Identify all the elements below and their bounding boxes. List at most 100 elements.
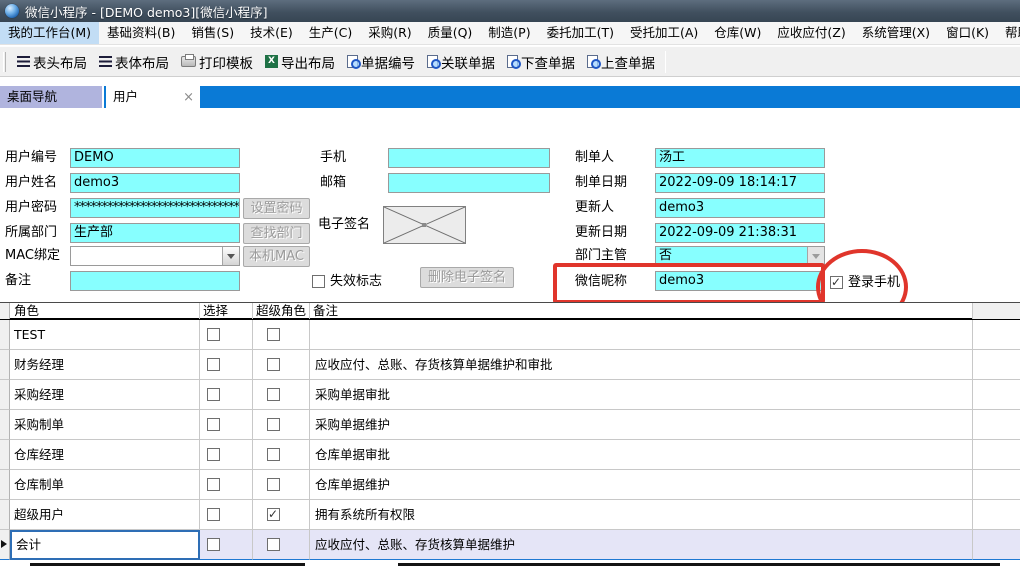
remark-cell[interactable]: 仓库单据维护 — [310, 470, 973, 500]
user-password-field[interactable]: ****************************** — [70, 198, 240, 218]
select-checkbox[interactable] — [207, 508, 220, 521]
remark-column-header[interactable]: 备注 — [310, 303, 973, 319]
remark-cell[interactable]: 应收应付、总账、存货核算单据维护 — [310, 530, 973, 560]
super-role-checkbox[interactable] — [267, 538, 280, 551]
chevron-down-icon[interactable] — [807, 247, 824, 265]
row-selector[interactable] — [0, 530, 10, 560]
super-role-checkbox[interactable] — [267, 328, 280, 341]
menu-item-warehouse[interactable]: 仓库(W) — [706, 22, 769, 44]
role-cell[interactable]: 超级用户 — [10, 500, 200, 530]
set-password-button[interactable]: 设置密码 — [243, 198, 310, 219]
updater-field[interactable]: demo3 — [655, 198, 825, 218]
toolbar-button-body-layout[interactable]: 表体布局 — [93, 49, 175, 75]
menu-item-ap-ar[interactable]: 应收应付(Z) — [769, 22, 853, 44]
row-selector[interactable] — [0, 380, 10, 410]
menu-item-technology[interactable]: 技术(E) — [242, 22, 301, 44]
chevron-down-icon[interactable] — [222, 247, 239, 265]
toolbar-button-related-docs[interactable]: 关联单据 — [421, 49, 501, 75]
table-row[interactable]: 仓库经理 仓库单据审批 — [0, 440, 1020, 470]
menu-item-outsource-processing[interactable]: 委托加工(T) — [539, 22, 622, 44]
table-row[interactable]: 采购制单 采购单据维护 — [0, 410, 1020, 440]
menu-item-system-admin[interactable]: 系统管理(X) — [854, 22, 938, 44]
toolbar-button-doc-number[interactable]: 单据编号 — [341, 49, 421, 75]
close-icon[interactable]: × — [183, 87, 194, 108]
table-row-selected[interactable]: 会计 应收应付、总账、存货核算单据维护 — [0, 530, 1020, 560]
update-date-field[interactable]: 2022-09-09 21:38:31 — [655, 223, 825, 243]
super-role-checkbox[interactable] — [267, 478, 280, 491]
row-selector[interactable] — [0, 440, 10, 470]
super-role-column-header[interactable]: 超级角色 — [253, 303, 310, 319]
local-mac-button[interactable]: 本机MAC — [243, 246, 310, 267]
select-checkbox[interactable] — [207, 538, 220, 551]
menu-item-sales[interactable]: 销售(S) — [183, 22, 242, 44]
select-checkbox[interactable] — [207, 388, 220, 401]
row-selector[interactable] — [0, 410, 10, 440]
row-selector[interactable] — [0, 500, 10, 530]
super-role-checkbox[interactable] — [267, 418, 280, 431]
toolbar-button-print-template[interactable]: 打印模板 — [175, 49, 259, 75]
table-row[interactable]: 采购经理 采购单据审批 — [0, 380, 1020, 410]
role-cell-focused[interactable]: 会计 — [10, 530, 200, 560]
table-row[interactable]: TEST — [0, 320, 1020, 350]
role-column-header[interactable]: 角色 — [10, 303, 200, 319]
select-checkbox[interactable] — [207, 328, 220, 341]
tab-desktop-navigation[interactable]: 桌面导航 — [0, 86, 104, 108]
super-role-checkbox[interactable] — [267, 388, 280, 401]
menu-item-help[interactable]: 帮助(H) — [997, 22, 1020, 44]
user-code-field[interactable]: DEMO — [70, 148, 240, 168]
create-date-field[interactable]: 2022-09-09 18:14:17 — [655, 173, 825, 193]
toolbar-button-drill-down-docs[interactable]: 下查单据 — [501, 49, 581, 75]
find-department-button[interactable]: 查找部门 — [243, 223, 310, 244]
super-role-checkbox[interactable] — [267, 508, 280, 521]
remark-cell[interactable] — [310, 320, 973, 350]
wechat-nickname-field[interactable]: demo3 — [655, 271, 825, 291]
role-cell[interactable]: 仓库经理 — [10, 440, 200, 470]
table-row[interactable]: 仓库制单 仓库单据维护 — [0, 470, 1020, 500]
table-row[interactable]: 财务经理 应收应付、总账、存货核算单据维护和审批 — [0, 350, 1020, 380]
row-selector[interactable] — [0, 470, 10, 500]
menu-item-basic-data[interactable]: 基础资料(B) — [99, 22, 183, 44]
remark-cell[interactable]: 采购单据审批 — [310, 380, 973, 410]
menu-item-my-workbench[interactable]: 我的工作台(M) — [0, 22, 99, 44]
mobile-field[interactable] — [388, 148, 550, 168]
remark-cell[interactable]: 拥有系统所有权限 — [310, 500, 973, 530]
role-cell[interactable]: 财务经理 — [10, 350, 200, 380]
menu-item-window[interactable]: 窗口(K) — [938, 22, 997, 44]
department-field[interactable]: 生产部 — [70, 223, 240, 243]
menu-item-purchase[interactable]: 采购(R) — [360, 22, 419, 44]
invalid-flag-checkbox[interactable] — [312, 275, 325, 288]
role-cell[interactable]: TEST — [10, 320, 200, 350]
table-row[interactable]: 超级用户 拥有系统所有权限 — [0, 500, 1020, 530]
super-role-checkbox[interactable] — [267, 448, 280, 461]
remark-cell[interactable]: 应收应付、总账、存货核算单据维护和审批 — [310, 350, 973, 380]
delete-signature-button[interactable]: 删除电子签名 — [420, 267, 514, 288]
super-role-checkbox[interactable] — [267, 358, 280, 371]
creator-field[interactable]: 汤工 — [655, 148, 825, 168]
tab-user[interactable]: 用户 × — [106, 86, 200, 108]
toolbar-button-export-layout[interactable]: X 导出布局 — [259, 49, 341, 75]
select-checkbox[interactable] — [207, 478, 220, 491]
mac-binding-select[interactable] — [70, 246, 240, 266]
row-selector[interactable] — [0, 350, 10, 380]
signature-box[interactable] — [383, 206, 466, 244]
remark-cell[interactable]: 采购单据维护 — [310, 410, 973, 440]
menu-item-production[interactable]: 生产(C) — [301, 22, 360, 44]
select-checkbox[interactable] — [207, 418, 220, 431]
menu-item-consigned-processing[interactable]: 受托加工(A) — [622, 22, 706, 44]
select-column-header[interactable]: 选择 — [200, 303, 253, 319]
row-selector[interactable] — [0, 320, 10, 350]
toolbar-button-drill-up-docs[interactable]: 上查单据 — [581, 49, 661, 75]
role-cell[interactable]: 采购经理 — [10, 380, 200, 410]
remark-cell[interactable]: 仓库单据审批 — [310, 440, 973, 470]
dept-manager-select[interactable]: 否 — [655, 246, 825, 266]
select-checkbox[interactable] — [207, 358, 220, 371]
role-cell[interactable]: 采购制单 — [10, 410, 200, 440]
email-field[interactable] — [388, 173, 550, 193]
role-cell[interactable]: 仓库制单 — [10, 470, 200, 500]
select-checkbox[interactable] — [207, 448, 220, 461]
user-name-field[interactable]: demo3 — [70, 173, 240, 193]
menu-item-quality[interactable]: 质量(Q) — [420, 22, 481, 44]
toolbar-button-header-layout[interactable]: 表头布局 — [11, 49, 93, 75]
login-phone-checkbox[interactable] — [830, 276, 843, 289]
menu-item-manufacture[interactable]: 制造(P) — [480, 22, 538, 44]
